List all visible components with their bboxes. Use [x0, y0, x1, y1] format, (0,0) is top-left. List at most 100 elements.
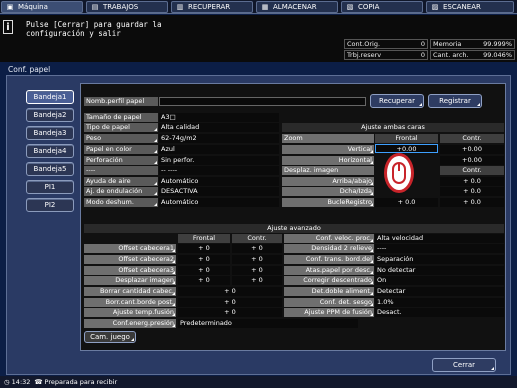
- horizontal-contr-value: +0.00: [440, 156, 504, 165]
- tray-bandeja4-button[interactable]: Bandeja4: [26, 144, 74, 158]
- conf-energ-presion-button[interactable]: Conf.energ.presión: [84, 319, 176, 328]
- borrar-cantidad-cabec-button[interactable]: Borrar cantidad cabec.: [84, 287, 176, 296]
- cerrar-button[interactable]: Cerrar: [432, 358, 496, 372]
- tab-trabajos[interactable]: ▤ TRABAJOS: [86, 1, 168, 13]
- ajuste-ppm-fusion-button[interactable]: Ajuste PPM de fusión: [284, 308, 374, 317]
- peso-button[interactable]: Peso: [84, 134, 158, 143]
- profile-name-field[interactable]: [159, 97, 366, 106]
- scan-icon: ▨: [431, 3, 439, 11]
- conf-veloc-proc-button[interactable]: Conf. veloc. proc.: [284, 234, 374, 243]
- ayuda-aire-value: Automático: [159, 177, 279, 186]
- desplaz-contr-header: Contr.: [440, 166, 504, 175]
- fax-icon: ☎: [34, 378, 43, 386]
- tipo-papel-button[interactable]: Tipo de papel: [84, 123, 158, 132]
- profile-name-label: Nomb.perfil papel: [84, 97, 158, 106]
- empty-setting-label: ----: [84, 166, 158, 175]
- arriba-contr-value: + 0.0: [440, 177, 504, 186]
- peso-value: 62-74g/m2: [159, 134, 279, 143]
- tamano-papel-value: A3□: [159, 113, 279, 122]
- memoria-status: Memoria 99.999%: [430, 39, 515, 49]
- offset-cabecera2-frontal: + 0: [178, 255, 230, 264]
- offset-cabecera1-button[interactable]: Offset cabecera1: [84, 244, 176, 253]
- tab-copia[interactable]: ▧ COPIA: [341, 1, 423, 13]
- offset-cabecera1-contr: + 0: [232, 244, 282, 253]
- vertical-button[interactable]: Vertical: [282, 145, 374, 154]
- ondulacion-button[interactable]: Aj. de ondulación: [84, 187, 158, 196]
- desplazar-imagen-button[interactable]: Desplazar imagen: [84, 276, 176, 285]
- offset-cabecera2-button[interactable]: Offset cabecera2: [84, 255, 176, 264]
- det-doble-aliment-value: Detectar: [375, 287, 504, 296]
- mouse-icon: [384, 153, 414, 193]
- contr-header: Contr.: [440, 134, 504, 143]
- dcha-izda-button[interactable]: Dcha/Izda: [282, 187, 374, 196]
- tipo-papel-value: Alta calidad: [159, 123, 279, 132]
- desplaz-imagen-label: Desplaz. imagen: [282, 166, 374, 175]
- store-icon: ▦: [261, 3, 269, 11]
- cam-juego-button[interactable]: Cam. juego: [84, 331, 136, 343]
- papel-color-button[interactable]: Papel en color: [84, 145, 158, 154]
- ajuste-ppm-fusion-value: Desact.: [375, 308, 504, 317]
- conf-trans-bord-button[interactable]: Conf. trans. bord.del: [284, 255, 374, 264]
- corregir-descentrado-value: On: [375, 276, 504, 285]
- status-text: Preparada para recibir: [44, 378, 118, 386]
- densidad-relieve-value: ----: [375, 244, 504, 253]
- offset-cabecera3-button[interactable]: Offset cabecera3: [84, 266, 176, 275]
- perforacion-value: Sin perfor.: [159, 156, 279, 165]
- perforacion-button[interactable]: Perforación: [84, 156, 158, 165]
- jobs-icon: ▤: [91, 3, 99, 11]
- frontal-header: Frontal: [375, 134, 438, 143]
- desplazar-imagen-frontal: + 0: [178, 276, 230, 285]
- trbj-reserv-status: Trbj.reserv 0: [344, 50, 428, 60]
- ajuste-temp-fusion-value: + 0: [178, 308, 282, 317]
- atas-papel-button[interactable]: Atas.papel por desc.: [284, 266, 374, 275]
- horizontal-button[interactable]: Horizontal: [282, 156, 374, 165]
- tab-maquina[interactable]: ▣ Máquina: [1, 1, 83, 13]
- tray-bandeja1-button[interactable]: Bandeja1: [26, 90, 74, 104]
- tray-bandeja5-button[interactable]: Bandeja5: [26, 162, 74, 176]
- offset-cabecera3-contr: + 0: [232, 266, 282, 275]
- vertical-frontal-value[interactable]: +0.00: [375, 144, 438, 153]
- tray-pi2-button[interactable]: PI2: [26, 198, 74, 212]
- arriba-abajo-button[interactable]: Arriba/abajo: [282, 177, 374, 186]
- zoom-label: Zoom: [282, 134, 374, 143]
- borr-cant-borde-post-button[interactable]: Borr.cant.borde post.: [84, 298, 176, 307]
- borr-cant-borde-post-value: + 0: [178, 298, 282, 307]
- bucle-contr-value: + 0.0: [440, 198, 504, 207]
- borrar-cantidad-cabec-value: + 0: [178, 287, 282, 296]
- adv-frontal-header: Frontal: [178, 234, 230, 243]
- bucle-registro-button[interactable]: BucleRegistro: [282, 198, 374, 207]
- corregir-descentrado-button[interactable]: Corregir descentrado: [284, 276, 374, 285]
- tray-bandeja2-button[interactable]: Bandeja2: [26, 108, 74, 122]
- conf-det-sesgo-button[interactable]: Conf. det. sesgo: [284, 298, 374, 307]
- info-icon: i: [3, 20, 13, 34]
- tray-pi1-button[interactable]: PI1: [26, 180, 74, 194]
- det-doble-aliment-button[interactable]: Det.doble aliment.: [284, 287, 374, 296]
- ajuste-temp-fusion-button[interactable]: Ajuste temp.fusión: [84, 308, 176, 317]
- offset-cabecera3-frontal: + 0: [178, 266, 230, 275]
- bucle-frontal-value: + 0.0: [375, 198, 438, 207]
- ondulacion-value: DESACTIVA: [159, 187, 279, 196]
- deshum-button[interactable]: Modo deshum.: [84, 198, 158, 207]
- bottom-status-bar: ◷ 14:32 ☎ Preparada para recibir: [0, 376, 517, 388]
- recuperar-button[interactable]: Recuperar: [370, 94, 424, 108]
- empty-setting-value: -- ----: [159, 166, 279, 175]
- recall-icon: ▥: [176, 3, 184, 11]
- registrar-button[interactable]: Registrar: [428, 94, 482, 108]
- densidad-relieve-button[interactable]: Densidad 2 relieve: [284, 244, 374, 253]
- tab-recuperar[interactable]: ▥ RECUPERAR: [171, 1, 253, 13]
- tab-almacenar[interactable]: ▦ ALMACENAR: [256, 1, 338, 13]
- mouse-glyph-icon: [392, 162, 406, 184]
- conf-veloc-proc-value: Alta velocidad: [375, 234, 504, 243]
- atas-papel-value: No detectar: [375, 266, 504, 275]
- conf-energ-presion-value: Predeterminado: [178, 319, 358, 328]
- ayuda-aire-button[interactable]: Ayuda de aire: [84, 177, 158, 186]
- instruction-message: Pulse [Cerrar] para guardar la configura…: [26, 20, 162, 38]
- copy-icon: ▧: [346, 3, 354, 11]
- tray-bandeja3-button[interactable]: Bandeja3: [26, 126, 74, 140]
- top-tab-bar: ▣ Máquina ▤ TRABAJOS ▥ RECUPERAR ▦ ALMACENAR…: [0, 0, 517, 14]
- time-display: 14:32: [11, 378, 31, 386]
- offset-cabecera2-contr: + 0: [232, 255, 282, 264]
- tab-escanear[interactable]: ▨ ESCANEAR: [426, 1, 514, 13]
- machine-icon: ▣: [6, 3, 14, 11]
- tamano-papel-label[interactable]: Tamaño de papel: [84, 113, 158, 122]
